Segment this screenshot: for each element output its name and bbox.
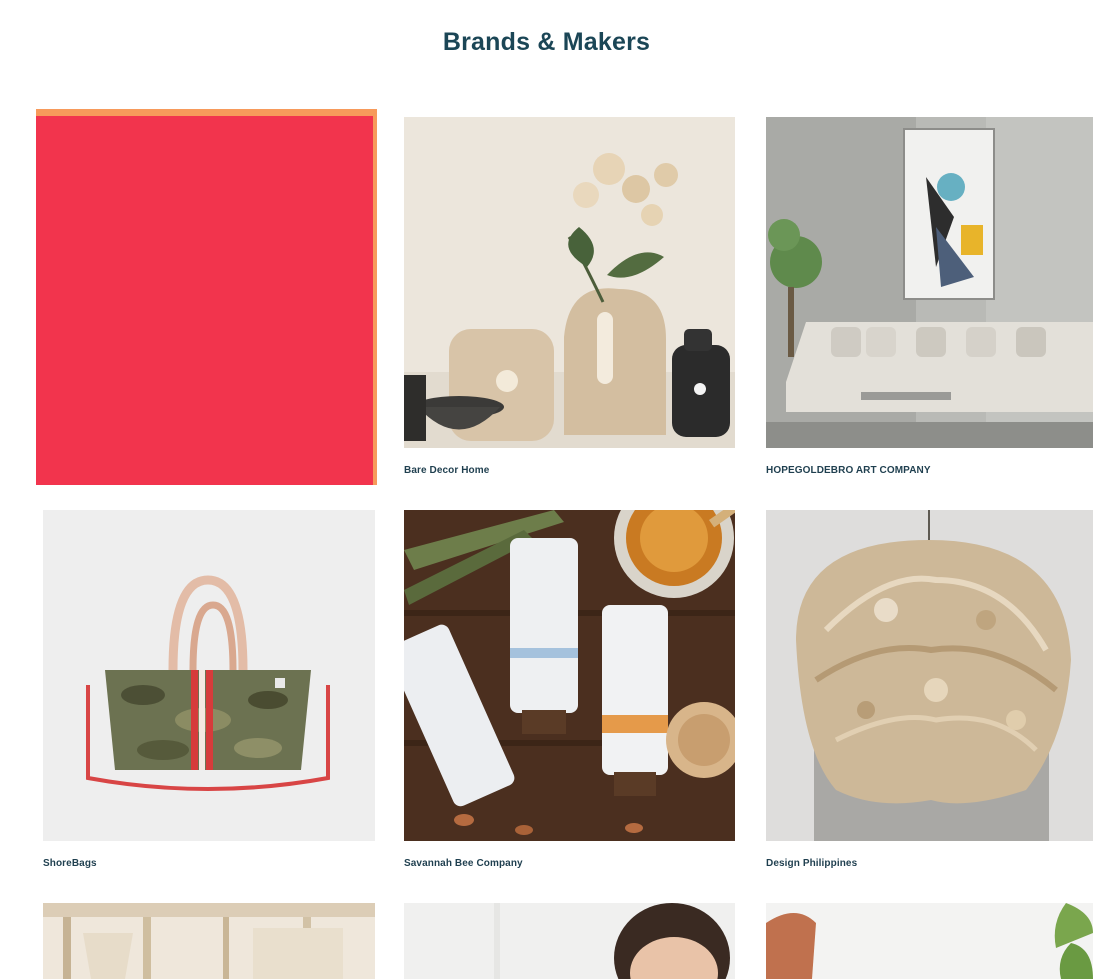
brand-image[interactable] (404, 117, 735, 448)
brand-image[interactable] (404, 510, 735, 841)
brand-name[interactable]: Bare Decor Home (404, 465, 489, 476)
brand-image[interactable] (766, 117, 1093, 448)
brand-name[interactable]: ShoreBags (43, 858, 97, 869)
brand-image[interactable] (43, 510, 375, 841)
brand-image[interactable] (766, 510, 1093, 841)
brand-image[interactable] (766, 903, 1093, 979)
color-swatch (36, 109, 377, 485)
brand-name[interactable]: HOPEGOLDEBRO ART COMPANY (766, 465, 931, 476)
brand-name[interactable]: Savannah Bee Company (404, 858, 523, 869)
brand-name[interactable]: Design Philippines (766, 858, 857, 869)
brand-image[interactable] (43, 903, 375, 979)
brand-image[interactable] (404, 903, 735, 979)
page-title: Brands & Makers (442, 28, 651, 56)
